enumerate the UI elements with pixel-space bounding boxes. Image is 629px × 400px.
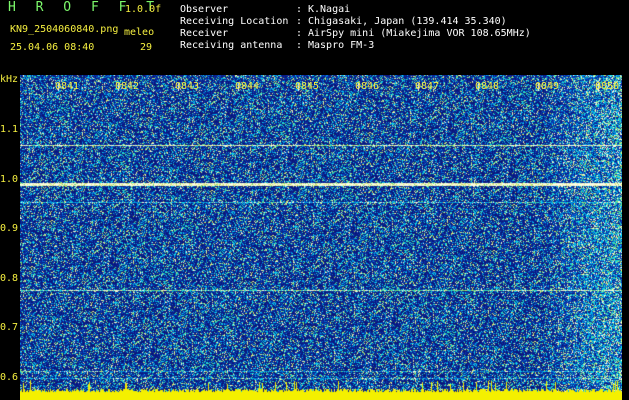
info-colon: :: [296, 4, 303, 15]
info-value-observer: K.Nagai: [308, 4, 351, 15]
y-tick-label: 0.8: [0, 273, 19, 284]
info-value-receiver: AirSpy mini (Miakejima VOR 108.65MHz): [308, 28, 531, 39]
x-tick-label: 0849: [535, 81, 560, 92]
x-tick-label: 0843: [175, 81, 200, 92]
info-key-antenna: Receiving antenna: [180, 40, 283, 51]
x-tick-label: 0850: [595, 81, 620, 92]
info-colon: :: [296, 40, 303, 51]
y-tick-label: 0.9: [0, 223, 19, 234]
x-tick-label: 0848: [475, 81, 500, 92]
info-key-observer: Observer: [180, 4, 229, 15]
meleo-label: meleo: [124, 27, 155, 38]
file-name: KN9_2504060840.png: [10, 24, 119, 35]
spectrogram-canvas: [20, 75, 622, 400]
meleo-value: 29: [140, 42, 153, 53]
app-version: 1.0.0f: [125, 4, 162, 15]
y-tick-label: 0.7: [0, 322, 19, 333]
x-tick-label: 0841: [55, 81, 80, 92]
info-colon: :: [296, 28, 303, 39]
x-tick-label: 0844: [235, 81, 260, 92]
y-tick-label: 0.6: [0, 372, 19, 383]
info-key-location: Receiving Location: [180, 16, 289, 27]
x-tick-label: 0846: [355, 81, 380, 92]
spectrogram-plot: [20, 75, 622, 400]
y-tick-label: 1.0: [0, 174, 19, 185]
info-colon: :: [296, 16, 303, 27]
y-axis-unit: kHz: [0, 74, 19, 85]
info-value-antenna: Maspro FM-3: [308, 40, 375, 51]
x-tick-label: 0847: [415, 81, 440, 92]
x-tick-label: 0842: [115, 81, 140, 92]
header-panel: H R O F F T 1.0.0f KN9_2504060840.png 25…: [0, 0, 629, 72]
date-time: 25.04.06 08:40: [10, 42, 95, 53]
x-tick-label: 0845: [295, 81, 320, 92]
info-key-receiver: Receiver: [180, 28, 229, 39]
y-tick-label: 1.1: [0, 124, 19, 135]
info-value-location: Chigasaki, Japan (139.414 35.340): [308, 16, 507, 27]
